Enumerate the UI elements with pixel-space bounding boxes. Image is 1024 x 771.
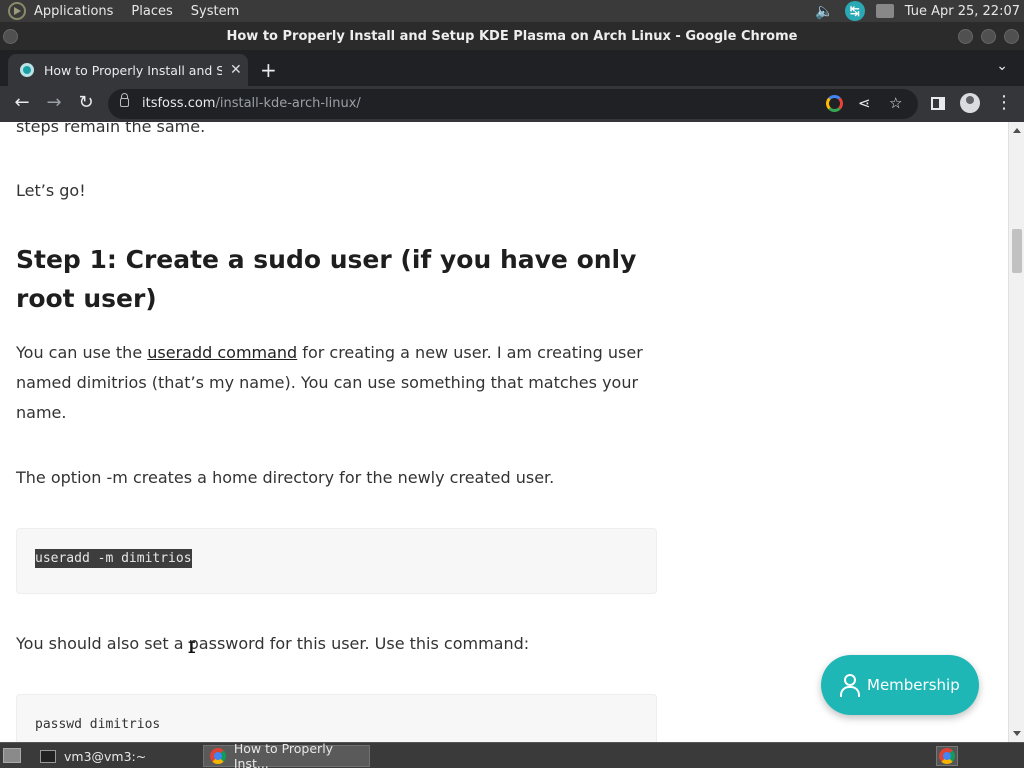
forward-button[interactable]: → <box>42 92 66 113</box>
scroll-down-arrow-icon[interactable] <box>1013 731 1021 736</box>
partial-paragraph: steps remain the same. <box>16 122 206 136</box>
clock[interactable]: Tue Apr 25, 22:07 <box>905 4 1020 19</box>
taskbar-item-chrome[interactable]: How to Properly Inst... <box>203 741 370 771</box>
bookmark-star-icon[interactable]: ☆ <box>889 94 902 112</box>
close-window-button[interactable] <box>1004 29 1019 44</box>
step1-heading: Step 1: Create a sudo user (if you have … <box>16 245 637 313</box>
bottom-taskbar: vm3@vm3:~ How to Properly Inst... <box>0 741 1024 771</box>
chrome-launcher-icon <box>939 748 955 764</box>
google-lens-icon[interactable] <box>826 95 843 112</box>
system-tray: 🔈 ↹ Tue Apr 25, 22:07 <box>815 0 1020 22</box>
terminal-icon <box>40 749 56 763</box>
chrome-launcher[interactable] <box>936 746 958 766</box>
web-page-content: steps remain the same. Let’s go! Step 1:… <box>0 122 1008 742</box>
window-menu-button[interactable] <box>3 29 18 44</box>
code-passwd[interactable]: passwd dimitrios <box>35 717 160 732</box>
tab-strip: How to Properly Install and Setup KDE Pl… <box>0 50 1024 86</box>
close-tab-icon[interactable]: ✕ <box>230 62 242 78</box>
option-m-paragraph: The option -m creates a home directory f… <box>16 468 555 487</box>
maximize-button[interactable] <box>981 29 996 44</box>
top-panel: Applications Places System 🔈 ↹ Tue Apr 2… <box>0 0 1024 22</box>
new-tab-button[interactable]: + <box>260 58 277 82</box>
window-title: How to Properly Install and Setup KDE Pl… <box>226 28 798 44</box>
url-text[interactable]: itsfoss.com/install-kde-arch-linux/ <box>142 96 361 111</box>
membership-label: Membership <box>867 676 960 694</box>
membership-button[interactable]: Membership <box>821 655 979 715</box>
printer-icon[interactable] <box>875 1 895 21</box>
browser-toolbar: ← → ↻ itsfoss.com/install-kde-arch-linux… <box>0 86 1024 122</box>
useradd-paragraph: You can use the useradd command for crea… <box>16 343 643 422</box>
system-menu[interactable]: System <box>191 4 239 19</box>
network-icon[interactable]: ↹ <box>844 1 865 21</box>
chrome-menu-icon[interactable]: ⋮ <box>995 92 1013 113</box>
tab-title: How to Properly Install and Setup KDE Pl… <box>44 62 222 78</box>
useradd-command-link[interactable]: useradd command <box>147 343 297 362</box>
code-useradd[interactable]: useradd -m dimitrios <box>35 549 192 568</box>
person-icon <box>839 674 860 697</box>
window-titlebar[interactable]: How to Properly Install and Setup KDE Pl… <box>0 22 1024 50</box>
page-scrollbar[interactable] <box>1008 122 1024 742</box>
code-block-passwd: passwd dimitrios <box>16 694 657 742</box>
applications-menu[interactable]: Applications <box>34 4 113 19</box>
text-cursor-icon: I <box>187 638 197 657</box>
share-icon[interactable]: ⋖ <box>858 94 871 112</box>
volume-icon[interactable]: 🔈 <box>815 1 835 21</box>
side-panel-icon[interactable] <box>931 97 945 110</box>
profile-avatar-icon[interactable] <box>960 93 980 113</box>
scroll-up-arrow-icon[interactable] <box>1013 128 1021 133</box>
distro-logo-icon[interactable] <box>8 2 26 20</box>
address-bar[interactable]: itsfoss.com/install-kde-arch-linux/ ⋖ ☆ <box>108 89 918 119</box>
taskbar-item-terminal[interactable]: vm3@vm3:~ <box>34 745 200 767</box>
chrome-icon <box>210 748 226 764</box>
reload-button[interactable]: ↻ <box>74 92 98 113</box>
show-desktop-icon[interactable] <box>3 748 21 763</box>
site-favicon-icon <box>20 63 34 77</box>
scrollbar-thumb[interactable] <box>1012 229 1022 273</box>
password-paragraph: You should also set a password for this … <box>16 634 530 653</box>
code-block-useradd: useradd -m dimitrios <box>16 528 657 594</box>
lock-icon[interactable] <box>120 93 129 107</box>
places-menu[interactable]: Places <box>131 4 172 19</box>
lets-go-paragraph: Let’s go! <box>16 181 86 200</box>
back-button[interactable]: ← <box>10 92 34 113</box>
tab-active[interactable]: How to Properly Install and Setup KDE Pl… <box>8 54 248 86</box>
tab-search-chevron-down-icon[interactable]: ⌄ <box>996 58 1008 74</box>
minimize-button[interactable] <box>958 29 973 44</box>
